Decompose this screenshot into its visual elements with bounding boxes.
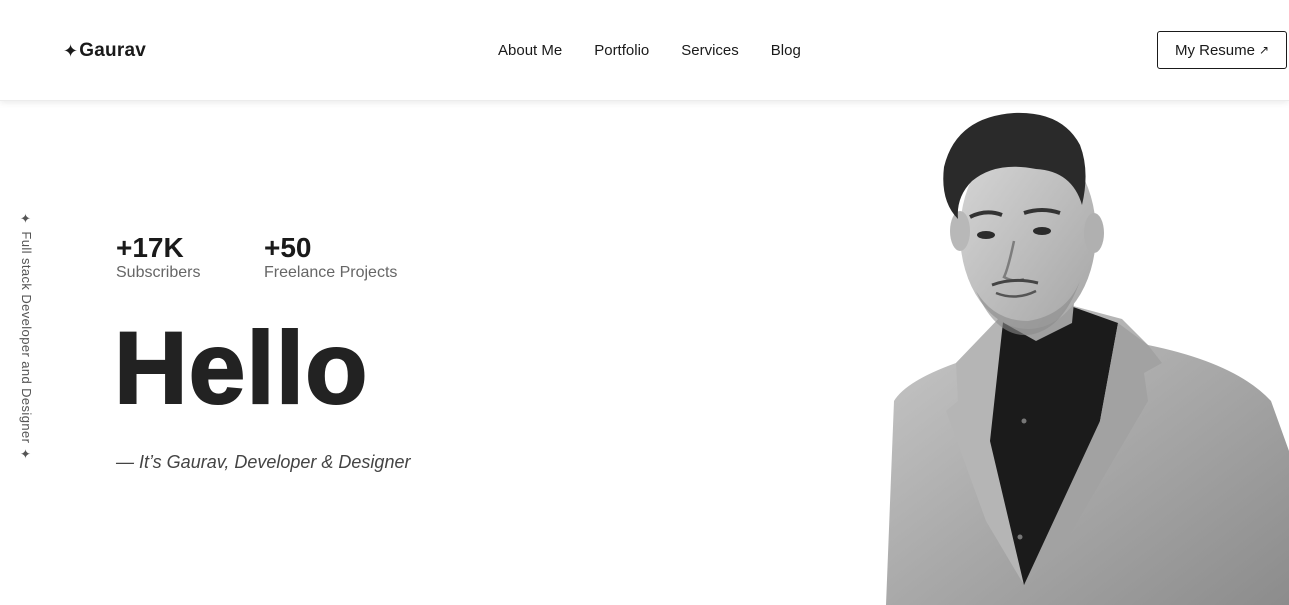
portrait-photo [886, 112, 1289, 605]
hero-headline: Hello [113, 311, 369, 425]
logo[interactable]: ✦ Gaurav [63, 40, 146, 62]
stat-label: Freelance Projects [264, 264, 398, 281]
side-tagline: ✦ Full stack Developer and Designer ✦ [19, 212, 34, 463]
arrow-up-right-icon: ↗ [1258, 43, 1270, 57]
my-resume-button[interactable]: My Resume ↗ [1157, 31, 1287, 69]
nav-services[interactable]: Services [681, 42, 739, 59]
sparkle-icon: ✦ [63, 41, 79, 61]
logo-text: Gaurav [79, 40, 146, 61]
site-header: ✦ Gaurav About Me Portfolio Services Blo… [0, 0, 1289, 101]
stat-value: +50 [264, 232, 312, 263]
stat-freelance-projects: +50 Freelance Projects [264, 233, 397, 282]
stat-value: +17K [116, 232, 184, 263]
stat-subscribers: +17K Subscribers [116, 233, 200, 282]
nav-portfolio[interactable]: Portfolio [594, 42, 649, 59]
main-nav: About Me Portfolio Services Blog [498, 42, 801, 59]
hero-tagline: — It’s Gaurav, Developer & Designer [116, 452, 411, 472]
resume-button-label: My Resume [1174, 41, 1255, 59]
stat-label: Subscribers [116, 264, 201, 281]
nav-about-me[interactable]: About Me [498, 42, 562, 59]
nav-blog[interactable]: Blog [771, 42, 801, 59]
page: ✦ Gaurav About Me Portfolio Services Blo… [0, 0, 1289, 605]
